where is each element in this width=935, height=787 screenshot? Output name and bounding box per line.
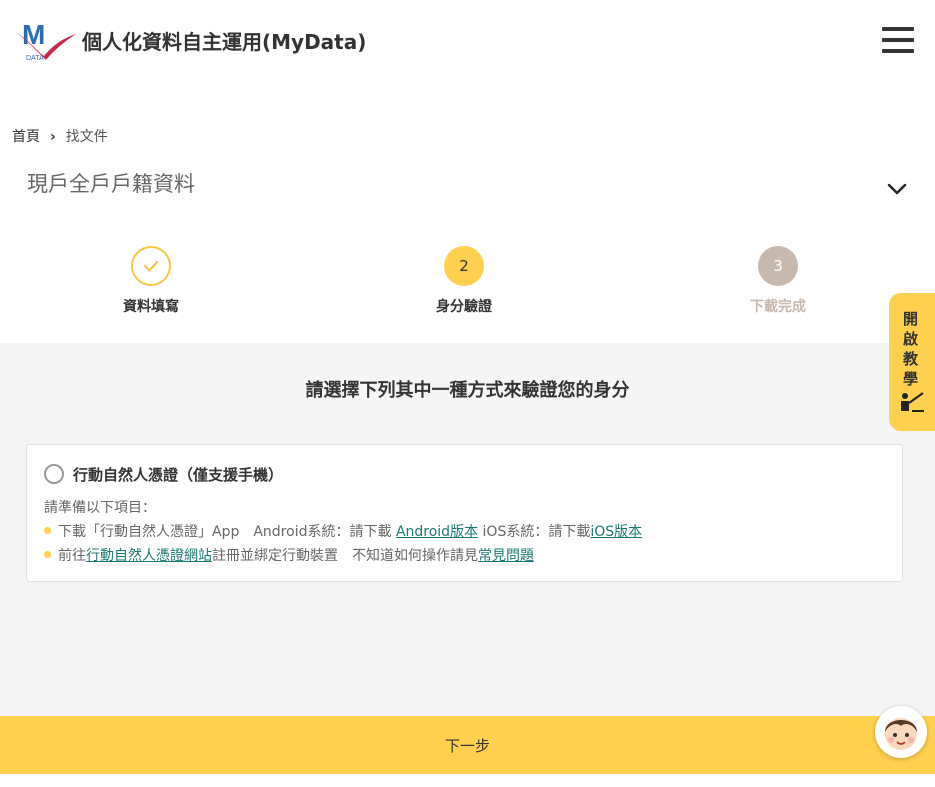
- step-verify-identity: 2 身分驗證: [404, 246, 524, 316]
- prep-item-register: 前往行動自然人憑證網站註冊並綁定行動裝置 不知道如何操作請見常見問題: [44, 545, 534, 565]
- register-text: 註冊並綁定行動裝置 不知道如何操作請見: [212, 548, 478, 564]
- svg-text:M: M: [22, 19, 45, 50]
- open-tutorial-tab[interactable]: 開啟教學: [889, 293, 935, 431]
- verification-prompt: 請選擇下列其中一種方式來驗證您的身分: [305, 380, 630, 401]
- bottom-strip: [0, 774, 935, 787]
- document-title: 現戶全戶戶籍資料: [27, 172, 195, 196]
- next-step-button[interactable]: 下一步: [0, 716, 935, 774]
- site-title[interactable]: 個人化資料自主運用(MyData): [82, 26, 366, 55]
- go-to-text: 前往: [58, 548, 86, 564]
- prep-title: 請準備以下項目：: [44, 500, 156, 516]
- step-number: 2: [444, 246, 484, 286]
- step-label: 下載完成: [750, 299, 806, 315]
- step-download-complete: 3 下載完成: [718, 246, 838, 316]
- mydata-logo[interactable]: M DATA: [14, 18, 78, 62]
- breadcrumb-home[interactable]: 首頁: [12, 129, 40, 145]
- mobile-certificate-site-link[interactable]: 行動自然人憑證網站: [86, 548, 212, 564]
- mobile-certificate-radio[interactable]: [44, 464, 64, 484]
- bullet-dot-icon: [44, 550, 51, 558]
- breadcrumb-current[interactable]: 找文件: [66, 129, 108, 145]
- verification-option-card[interactable]: 行動自然人憑證（僅支援手機） 請準備以下項目： 下載「行動自然人憑證」App A…: [26, 444, 903, 582]
- header: M DATA 個人化資料自主運用(MyData): [0, 0, 935, 92]
- download-app-text: 下載「行動自然人憑證」App Android系統：請下載: [58, 524, 392, 540]
- hamburger-menu-icon[interactable]: [882, 27, 914, 55]
- ios-version-link[interactable]: iOS版本: [590, 524, 642, 540]
- faq-link[interactable]: 常見問題: [478, 548, 534, 564]
- check-icon: [131, 246, 171, 286]
- step-fill-data: 資料填寫: [91, 246, 211, 316]
- assistant-avatar-icon[interactable]: [875, 706, 927, 758]
- prep-item-download: 下載「行動自然人憑證」App Android系統：請下載 Android版本 i…: [44, 521, 642, 541]
- svg-text:DATA: DATA: [26, 55, 44, 62]
- document-panel: 首頁 › 找文件 現戶全戶戶籍資料 資料填寫 2 身分驗證 3 下載完成: [0, 92, 935, 343]
- bullet-dot-icon: [44, 526, 51, 534]
- mobile-certificate-label[interactable]: 行動自然人憑證（僅支援手機）: [73, 464, 283, 485]
- breadcrumb: 首頁 › 找文件: [12, 126, 108, 146]
- breadcrumb-separator: ›: [50, 129, 56, 145]
- chevron-down-icon[interactable]: [886, 178, 908, 200]
- android-version-link[interactable]: Android版本: [396, 524, 478, 540]
- step-label: 資料填寫: [123, 299, 179, 315]
- step-label: 身分驗證: [436, 299, 492, 315]
- step-number: 3: [758, 246, 798, 286]
- ios-text: iOS系統：請下載: [482, 524, 591, 540]
